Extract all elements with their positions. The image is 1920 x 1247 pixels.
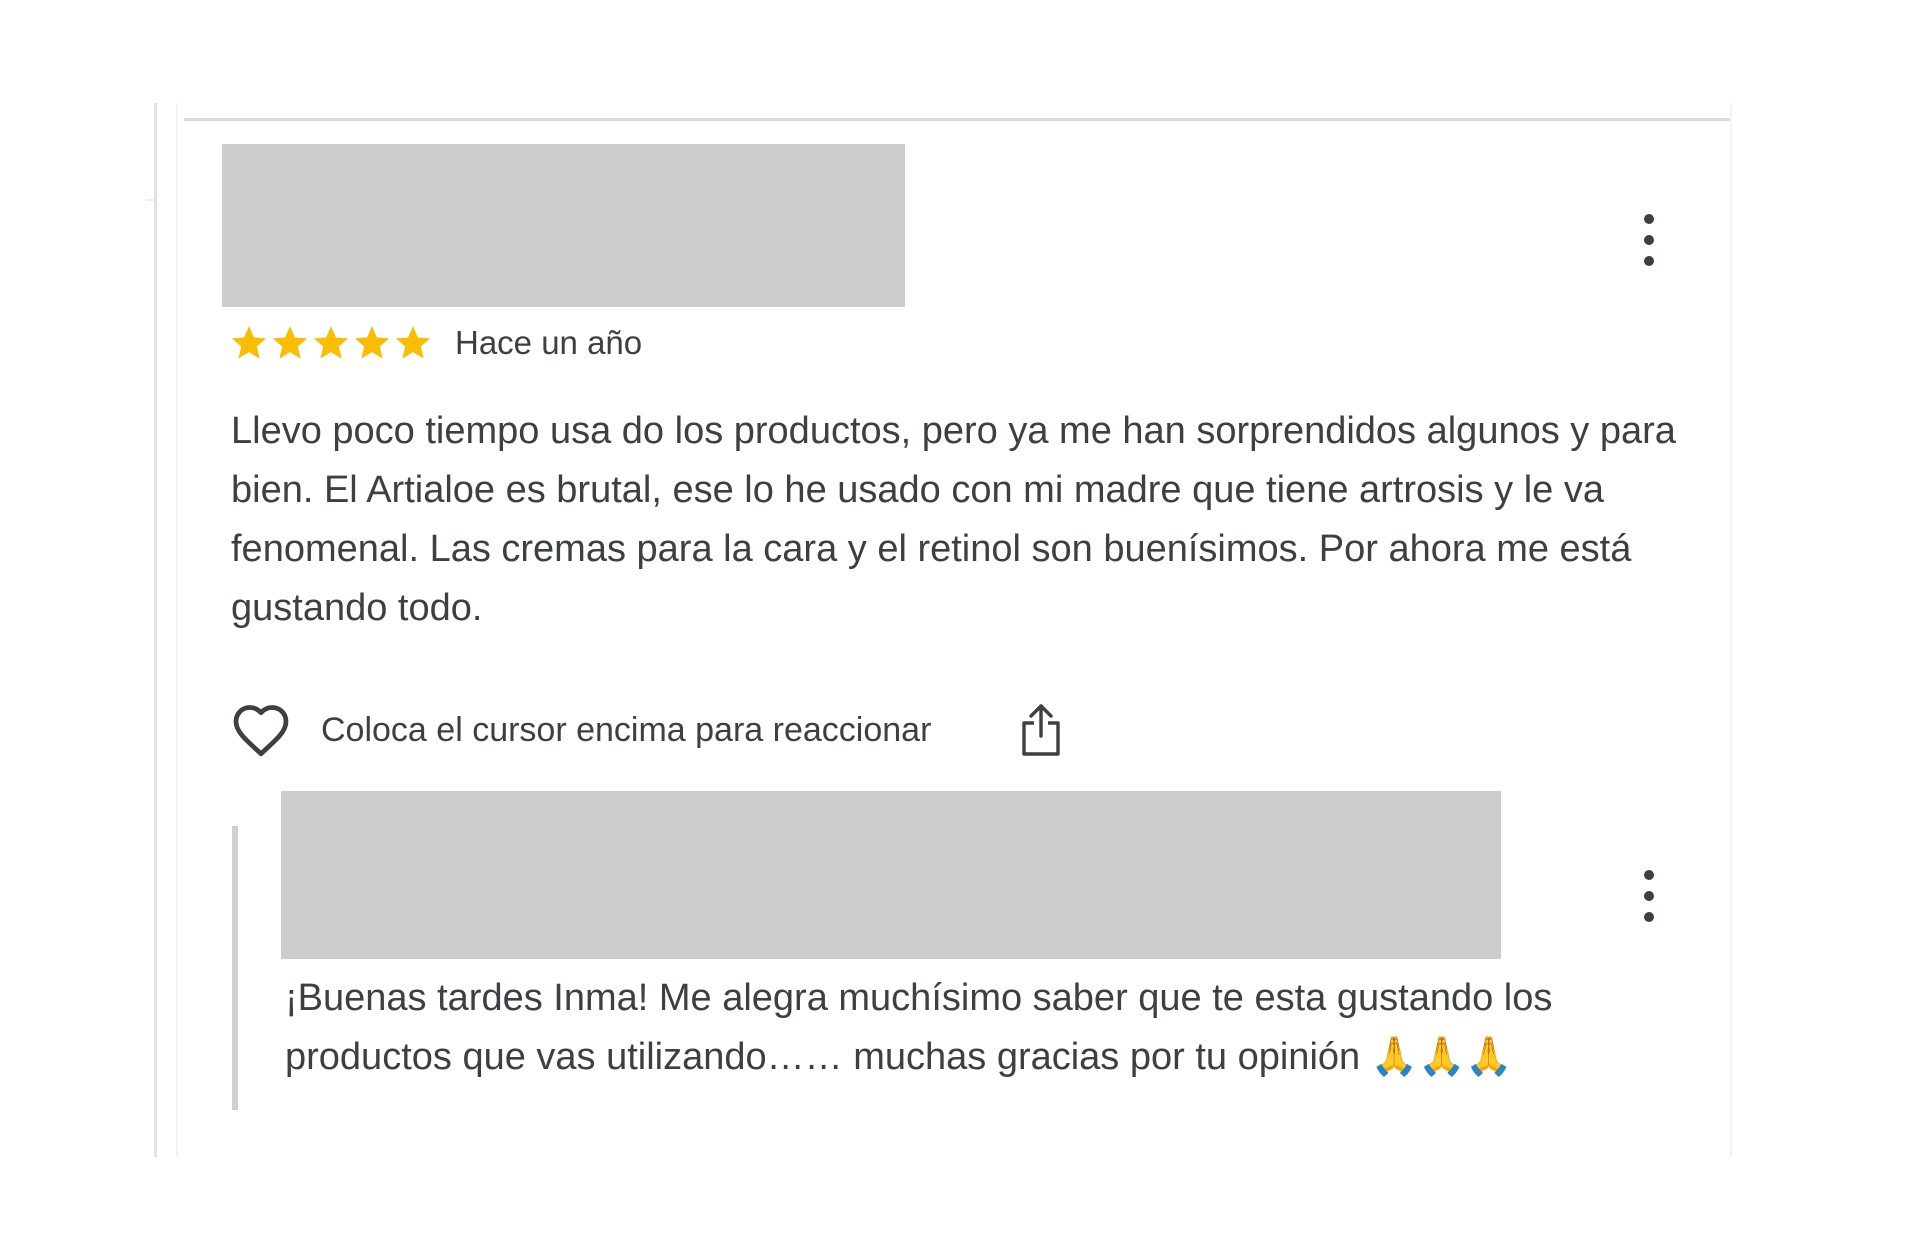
frame-right-border	[1730, 103, 1732, 1157]
menu-dot	[1644, 870, 1654, 880]
owner-reply-text: ¡Buenas tardes Inma! Me alegra muchísimo…	[285, 977, 1553, 1078]
star-rating	[229, 323, 433, 363]
share-icon[interactable]	[1019, 702, 1063, 758]
star-icon	[229, 323, 269, 363]
reply-more-options-icon[interactable]	[1639, 870, 1659, 922]
review-more-options-icon[interactable]	[1639, 214, 1659, 266]
review-actions: Coloca el cursor encima para reaccionar	[231, 700, 1063, 760]
star-icon	[352, 323, 392, 363]
react-hint-label: Coloca el cursor encima para reaccionar	[321, 710, 932, 749]
review-text: Llevo poco tiempo usa do los productos, …	[231, 410, 1676, 629]
review-date: Hace un año	[455, 324, 643, 361]
menu-dot	[1644, 214, 1654, 224]
frame-left-border	[154, 103, 157, 1157]
menu-dot	[1644, 891, 1654, 901]
star-icon	[311, 323, 351, 363]
frame-inner-border	[176, 103, 178, 1157]
rating-row: Hace un año	[229, 318, 642, 368]
review-page: Hace un año Llevo poco tiempo usa do los…	[0, 0, 1920, 1247]
star-icon	[393, 323, 433, 363]
menu-dot	[1644, 256, 1654, 266]
review-divider	[184, 118, 1730, 121]
reply-indent-bar	[232, 826, 238, 1110]
menu-dot	[1644, 912, 1654, 922]
redacted-owner-info	[281, 791, 1501, 959]
menu-dot	[1644, 235, 1654, 245]
heart-icon[interactable]	[231, 702, 291, 758]
frame-tick	[146, 199, 154, 201]
redacted-reviewer-info	[222, 144, 905, 307]
star-icon	[270, 323, 310, 363]
